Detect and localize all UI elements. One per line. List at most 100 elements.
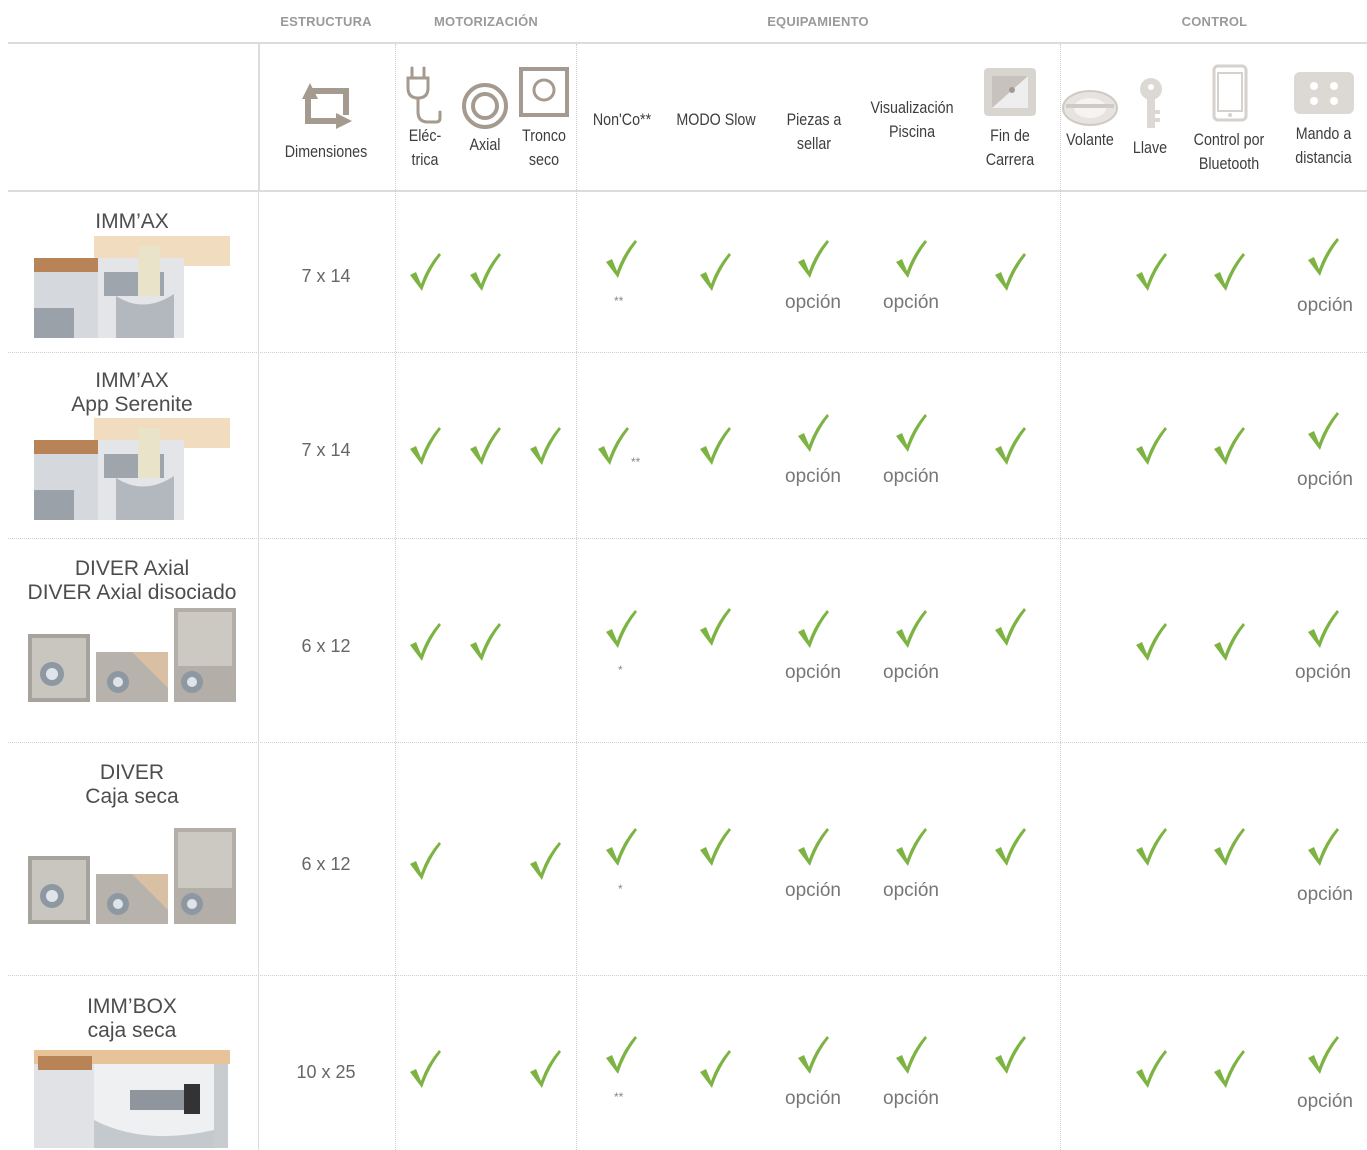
column-llave: Llave	[1132, 138, 1168, 157]
product-image	[34, 236, 230, 338]
column-visualizacion: Visualización Piscina	[867, 96, 958, 144]
key-icon	[1140, 78, 1162, 128]
check-icon	[410, 842, 441, 880]
check-icon	[700, 828, 731, 866]
axial-icon	[462, 83, 508, 129]
check-icon	[530, 427, 561, 465]
dimensions-icon	[302, 83, 352, 129]
option-label: opción	[1297, 884, 1353, 905]
column-piezas-line1: Piezas a	[786, 110, 842, 129]
column-electrica-line2: trica	[411, 150, 439, 169]
column-divider	[258, 190, 259, 1150]
nonco-footnote: *	[618, 882, 623, 896]
check-icon	[995, 1036, 1026, 1074]
check-icon	[1136, 828, 1167, 866]
column-visual-line1: Visualización	[870, 98, 954, 117]
check-icon	[896, 414, 927, 452]
check-icon	[1136, 253, 1167, 291]
category-control: CONTROL	[1181, 14, 1248, 29]
check-icon	[606, 610, 637, 648]
product-name-line1: IMM’AX	[95, 210, 169, 233]
product-name: DIVER Axial DIVER Axial disociado	[8, 557, 256, 605]
remote-control-icon	[1294, 72, 1354, 114]
column-fin-line2: Carrera	[985, 150, 1035, 169]
check-icon	[410, 1050, 441, 1088]
check-icon	[1308, 1036, 1339, 1074]
option-label: opción	[883, 1088, 939, 1109]
product-name-line1: IMM’BOX	[87, 995, 177, 1018]
column-volante: Volante	[1066, 130, 1114, 149]
check-icon	[1136, 623, 1167, 661]
check-icon	[896, 610, 927, 648]
check-icon	[798, 240, 829, 278]
product-name: IMM’AX	[8, 210, 256, 234]
check-icon	[896, 1036, 927, 1074]
dimension-value: 7 x 14	[301, 440, 351, 460]
check-icon	[798, 610, 829, 648]
check-icon	[1214, 427, 1245, 465]
option-label: opción	[785, 662, 841, 683]
product-name: IMM’BOX caja seca	[8, 995, 256, 1043]
option-label: opción	[1297, 469, 1353, 490]
check-icon	[995, 608, 1026, 646]
option-label: opción	[1295, 662, 1351, 683]
option-label: opción	[883, 466, 939, 487]
dimension-value: 10 x 25	[296, 1062, 356, 1082]
check-icon	[410, 623, 441, 661]
column-visual-line2: Piscina	[888, 122, 936, 141]
check-icon	[470, 253, 501, 291]
nonco-footnote: **	[631, 455, 641, 469]
row-divider	[8, 352, 1367, 353]
column-electrica: Eléc- trica	[400, 124, 450, 172]
check-icon	[995, 427, 1026, 465]
column-dimensiones: Dimensiones	[284, 142, 368, 161]
check-icon	[1308, 412, 1339, 450]
check-icon	[995, 253, 1026, 291]
check-icon	[1136, 427, 1167, 465]
check-icon	[606, 1036, 637, 1074]
row-divider	[8, 742, 1367, 743]
nonco-footnote: **	[614, 1090, 624, 1104]
product-name-line2: caja seca	[87, 1019, 177, 1042]
column-piezas-line2: sellar	[796, 134, 832, 153]
column-tronco-seco: Tronco seco	[517, 124, 571, 172]
check-icon	[700, 427, 731, 465]
option-label: opción	[785, 292, 841, 313]
dimension-value: 7 x 14	[301, 266, 351, 286]
check-icon	[530, 1050, 561, 1088]
column-tronco-line2: seco	[528, 150, 560, 169]
column-modo-slow: MODO Slow	[676, 110, 756, 129]
category-estructura: ESTRUCTURA	[280, 14, 372, 29]
check-icon	[606, 828, 637, 866]
option-label: opción	[785, 466, 841, 487]
limit-switch-icon	[984, 68, 1036, 116]
column-control-bluetooth: Control por Bluetooth	[1186, 128, 1272, 176]
option-label: opción	[883, 292, 939, 313]
check-icon	[798, 414, 829, 452]
product-name: DIVER Caja seca	[8, 761, 256, 809]
check-icon	[410, 427, 441, 465]
check-icon	[896, 828, 927, 866]
product-name-line1: DIVER	[99, 761, 165, 784]
column-control-line2: Bluetooth	[1198, 154, 1260, 173]
product-name-line1: IMM’AX	[95, 369, 169, 392]
check-icon	[1214, 828, 1245, 866]
dimension-value: 6 x 12	[301, 636, 351, 656]
product-image	[34, 1050, 230, 1148]
check-icon	[798, 828, 829, 866]
smartphone-icon	[1212, 64, 1248, 122]
column-axial: Axial	[469, 135, 501, 154]
nonco-footnote: **	[614, 294, 624, 308]
check-icon	[598, 427, 629, 465]
column-mando-line1: Mando a	[1295, 124, 1352, 143]
product-name-line2: Caja seca	[85, 785, 179, 808]
check-icon	[606, 240, 637, 278]
product-name-line2: App Serenite	[71, 393, 193, 416]
plug-icon	[406, 66, 442, 124]
check-icon	[700, 253, 731, 291]
column-divider	[395, 44, 396, 1150]
category-motorizacion: MOTORIZACIÓN	[434, 14, 538, 29]
column-fin-carrera: Fin de Carrera	[973, 124, 1047, 172]
check-icon	[1308, 828, 1339, 866]
check-icon	[530, 842, 561, 880]
